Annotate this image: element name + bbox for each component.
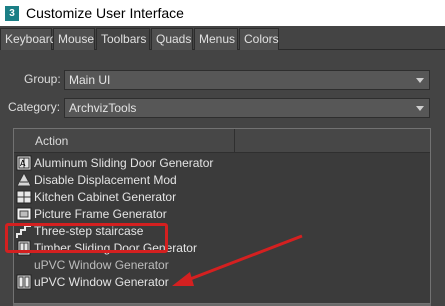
list-item[interactable]: uPVC Window Generator [16,273,316,290]
category-select[interactable]: ArchvizTools [64,98,430,118]
list-item[interactable]: Disable Displacement Mod [16,171,316,188]
category-select-value: ArchvizTools [69,101,137,115]
group-label: Group: [24,72,61,86]
window-title: Customize User Interface [26,5,184,21]
action-list[interactable]: Action A Aluminum Sliding Door Generator… [13,128,431,304]
list-item-label: Disable Displacement Mod [34,172,177,187]
svg-text:A: A [20,159,26,168]
group-select-value: Main UI [69,73,111,87]
tab-mouse[interactable]: Mouse [53,28,95,50]
app-logo-icon: 3 [5,5,19,21]
tab-toolbars[interactable]: Toolbars [96,28,150,51]
chevron-down-icon [416,106,424,111]
tab-bar: Keyboard Mouse Toolbars Quads Menus Colo… [0,28,445,51]
category-label: Category: [8,100,61,114]
toolbars-panel: Group: Main UI Category: ArchvizTools Ac… [0,50,445,306]
highlight-box [5,223,168,253]
action-list-header: Action [14,129,430,153]
column-header-action[interactable]: Action [14,129,235,153]
list-item-label: Picture Frame Generator [34,206,167,221]
group-select[interactable]: Main UI [64,70,430,90]
list-item[interactable]: Kitchen Cabinet Generator [16,188,316,205]
window-icon [16,274,32,290]
list-item-label: Aluminum Sliding Door Generator [34,155,214,170]
tab-menus[interactable]: Menus [194,28,238,50]
list-item[interactable]: uPVC Window Generator [16,256,316,273]
column-header-empty [235,129,430,153]
chevron-down-icon [416,78,424,83]
list-item[interactable]: Picture Frame Generator [16,205,316,222]
cabinet-icon [16,189,32,205]
list-item-label: uPVC Window Generator [34,257,169,272]
displacement-icon [16,171,32,188]
picture-frame-icon [16,206,32,222]
sliding-door-icon: A [16,155,32,171]
list-item-label: Kitchen Cabinet Generator [34,189,177,204]
tab-keyboard[interactable]: Keyboard [0,28,56,50]
title-bar: 3 Customize User Interface [0,0,445,26]
tab-quads[interactable]: Quads [151,28,193,50]
list-item[interactable]: A Aluminum Sliding Door Generator [16,154,316,171]
list-item-label: uPVC Window Generator [34,274,169,289]
blank-icon [16,257,32,273]
tab-colors[interactable]: Colors [239,28,279,50]
